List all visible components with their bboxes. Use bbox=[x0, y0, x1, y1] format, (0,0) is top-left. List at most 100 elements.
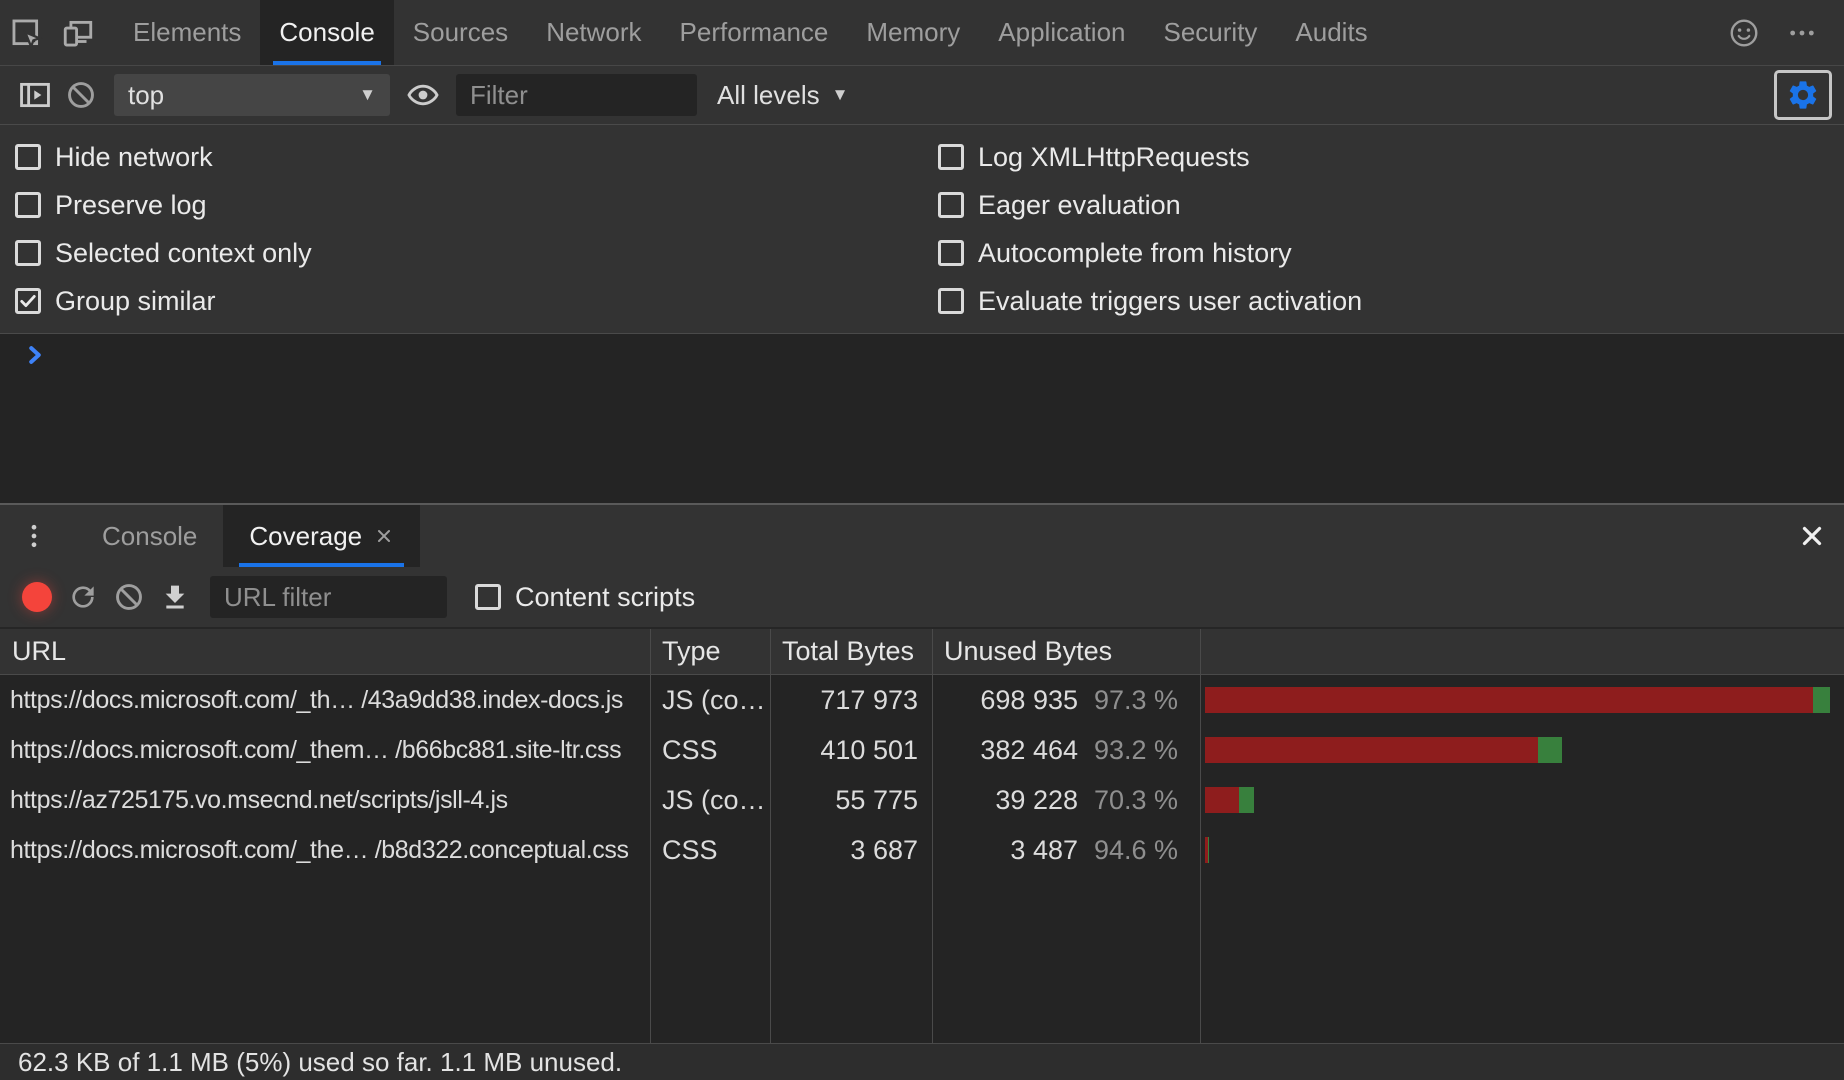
cell-unused-bytes: 698 93597.3 % bbox=[932, 685, 1200, 716]
main-tab-bar-right bbox=[1718, 0, 1844, 65]
tab-elements[interactable]: Elements bbox=[114, 0, 260, 65]
console-toolbar: top ▼ All levels ▼ bbox=[0, 66, 1844, 125]
close-drawer-button[interactable] bbox=[1780, 505, 1844, 567]
reload-icon bbox=[67, 581, 99, 613]
unused-percent: 97.3 % bbox=[1078, 685, 1178, 716]
javascript-context-select[interactable]: top ▼ bbox=[114, 74, 390, 116]
column-header-type[interactable]: Type bbox=[650, 636, 770, 667]
tab-audits[interactable]: Audits bbox=[1276, 0, 1386, 65]
cell-total-bytes: 55 775 bbox=[770, 785, 932, 816]
tab-console[interactable]: Console bbox=[260, 0, 393, 65]
clear-console-button[interactable] bbox=[58, 72, 104, 118]
cell-type: JS (co… bbox=[650, 785, 770, 816]
live-expression-button[interactable] bbox=[400, 72, 446, 118]
console-log-area[interactable] bbox=[0, 334, 1844, 503]
setting-row-left-0: Hide network bbox=[15, 133, 938, 181]
checkbox-label: Group similar bbox=[55, 286, 216, 317]
drawer-tab-console[interactable]: Console bbox=[76, 505, 223, 567]
cell-type: JS (co… bbox=[650, 685, 770, 716]
tab-sources[interactable]: Sources bbox=[394, 0, 527, 65]
tab-performance[interactable]: Performance bbox=[661, 0, 848, 65]
tab-memory[interactable]: Memory bbox=[847, 0, 979, 65]
ellipsis-horizontal-icon bbox=[1786, 17, 1818, 49]
column-divider bbox=[932, 629, 933, 1043]
cell-usage-bar bbox=[1200, 687, 1844, 713]
cell-usage-bar bbox=[1200, 737, 1844, 763]
usage-bar bbox=[1205, 837, 1208, 863]
close-tab-button[interactable] bbox=[374, 526, 394, 546]
main-tab-strip: ElementsConsoleSourcesNetworkPerformance… bbox=[114, 0, 1387, 65]
coverage-table: URL Type Total Bytes Unused Bytes https:… bbox=[0, 629, 1844, 1043]
checkbox[interactable] bbox=[15, 144, 41, 170]
drawer-tab-label: Console bbox=[102, 521, 197, 552]
close-icon bbox=[1797, 521, 1827, 551]
record-coverage-button[interactable] bbox=[14, 574, 60, 620]
main-tab-bar: ElementsConsoleSourcesNetworkPerformance… bbox=[0, 0, 1844, 66]
checkbox[interactable] bbox=[938, 240, 964, 266]
checkbox[interactable] bbox=[938, 192, 964, 218]
checkbox-label: Preserve log bbox=[55, 190, 207, 221]
circle-slash-icon bbox=[65, 79, 97, 111]
unused-value: 698 935 bbox=[980, 685, 1078, 716]
content-scripts-label: Content scripts bbox=[515, 582, 695, 613]
usage-bar bbox=[1205, 737, 1562, 763]
checkbox[interactable] bbox=[938, 144, 964, 170]
column-header-unused-bytes[interactable]: Unused Bytes bbox=[932, 636, 1200, 667]
gear-icon bbox=[1786, 78, 1820, 112]
coverage-table-header: URL Type Total Bytes Unused Bytes bbox=[0, 629, 1844, 675]
coverage-row[interactable]: https://docs.microsoft.com/_the… /b8d322… bbox=[0, 825, 1844, 875]
console-filter-input[interactable] bbox=[456, 74, 697, 116]
inspect-cursor-icon bbox=[9, 16, 43, 50]
unused-bar-segment bbox=[1205, 787, 1239, 813]
settings-column-right: Log XMLHttpRequestsEager evaluationAutoc… bbox=[938, 133, 1844, 325]
unused-percent: 70.3 % bbox=[1078, 785, 1178, 816]
chevron-down-icon: ▼ bbox=[359, 85, 376, 105]
checkbox[interactable] bbox=[15, 192, 41, 218]
checkbox[interactable] bbox=[15, 240, 41, 266]
coverage-row[interactable]: https://docs.microsoft.com/_them… /b66bc… bbox=[0, 725, 1844, 775]
drawer-tab-strip: Console Coverage bbox=[76, 505, 420, 567]
log-levels-dropdown[interactable]: All levels ▼ bbox=[717, 80, 848, 111]
cell-unused-bytes: 39 22870.3 % bbox=[932, 785, 1200, 816]
coverage-row[interactable]: https://az725175.vo.msecnd.net/scripts/j… bbox=[0, 775, 1844, 825]
column-divider bbox=[1200, 629, 1201, 1043]
console-settings-button[interactable] bbox=[1774, 70, 1832, 120]
checkbox[interactable] bbox=[15, 288, 41, 314]
clear-coverage-button[interactable] bbox=[106, 574, 152, 620]
setting-row-left-2: Selected context only bbox=[15, 229, 938, 277]
unused-percent: 93.2 % bbox=[1078, 735, 1178, 766]
tab-security[interactable]: Security bbox=[1145, 0, 1277, 65]
device-toolbar-button[interactable] bbox=[52, 0, 104, 65]
coverage-row[interactable]: https://docs.microsoft.com/_th… /43a9dd3… bbox=[0, 675, 1844, 725]
column-header-url[interactable]: URL bbox=[0, 636, 650, 667]
cell-url: https://az725175.vo.msecnd.net/scripts/j… bbox=[0, 786, 650, 815]
checkbox[interactable] bbox=[938, 288, 964, 314]
drawer-tab-coverage[interactable]: Coverage bbox=[223, 505, 420, 567]
content-scripts-setting: Content scripts bbox=[475, 582, 695, 613]
usage-bar bbox=[1205, 687, 1830, 713]
feedback-button[interactable] bbox=[1718, 17, 1770, 49]
console-settings-panel: Hide network Preserve log Selected context… bbox=[0, 125, 1844, 334]
inspect-element-button[interactable] bbox=[0, 0, 52, 65]
reload-coverage-button[interactable] bbox=[60, 574, 106, 620]
drawer-menu-button[interactable] bbox=[10, 505, 58, 567]
column-divider bbox=[770, 629, 771, 1043]
show-console-sidebar-button[interactable] bbox=[12, 72, 58, 118]
export-coverage-button[interactable] bbox=[152, 574, 198, 620]
console-sidebar-icon bbox=[18, 78, 52, 112]
content-scripts-checkbox[interactable] bbox=[475, 584, 501, 610]
tab-network[interactable]: Network bbox=[527, 0, 660, 65]
coverage-toolbar: Content scripts bbox=[0, 567, 1844, 629]
tab-application[interactable]: Application bbox=[979, 0, 1144, 65]
smiley-icon bbox=[1728, 17, 1760, 49]
unused-value: 39 228 bbox=[995, 785, 1078, 816]
log-levels-label: All levels bbox=[717, 80, 820, 111]
coverage-url-filter-input[interactable] bbox=[210, 576, 447, 618]
setting-row-right-0: Log XMLHttpRequests bbox=[938, 133, 1844, 181]
more-options-button[interactable] bbox=[1776, 17, 1828, 49]
download-icon bbox=[159, 581, 191, 613]
console-prompt-chevron-icon bbox=[20, 340, 50, 370]
cell-total-bytes: 410 501 bbox=[770, 735, 932, 766]
column-header-total-bytes[interactable]: Total Bytes bbox=[770, 636, 932, 667]
coverage-status-bar: 62.3 KB of 1.1 MB (5%) used so far. 1.1 … bbox=[0, 1043, 1844, 1080]
